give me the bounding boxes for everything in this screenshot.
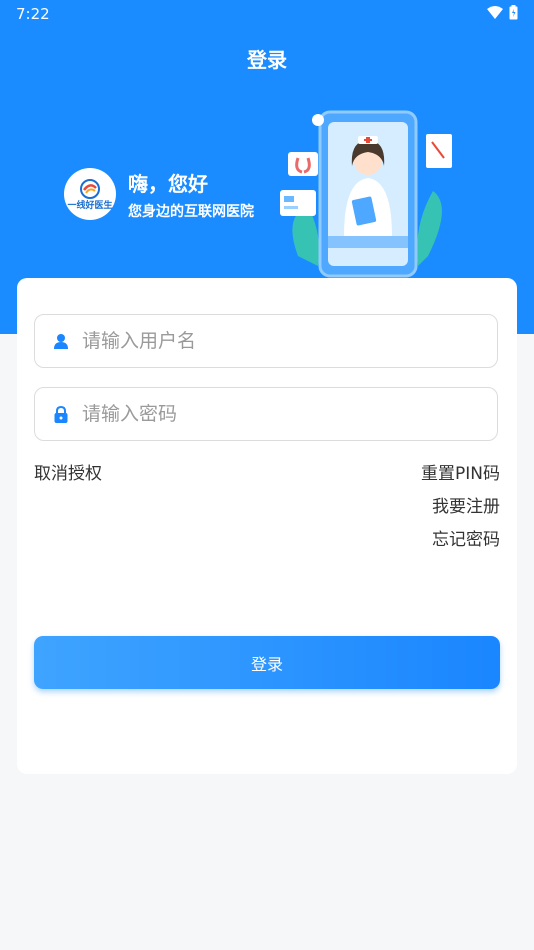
tagline-text: 您身边的互联网医院 xyxy=(128,204,254,220)
battery-icon xyxy=(509,5,518,20)
register-link[interactable]: 我要注册 xyxy=(432,492,500,517)
logo-icon xyxy=(80,178,100,199)
hospital-logo: 一线好医生 xyxy=(64,168,116,220)
logo-text: 一线好医生 xyxy=(67,200,113,211)
status-icons xyxy=(487,5,518,20)
user-icon xyxy=(52,332,70,350)
login-button[interactable]: 登录 xyxy=(34,636,500,689)
wifi-icon xyxy=(487,6,503,19)
login-card: 取消授权 重置PIN码 我要注册 忘记密码 登录 xyxy=(17,278,517,774)
greeting-text: 嗨，您好 xyxy=(128,172,208,196)
reset-pin-link[interactable]: 重置PIN码 xyxy=(421,459,500,484)
status-time: 7:22 xyxy=(16,5,50,23)
doctor-phone-illustration xyxy=(280,110,452,278)
status-bar: 7:22 xyxy=(0,0,534,28)
lock-icon xyxy=(52,405,70,423)
username-input[interactable] xyxy=(80,329,464,353)
page-title: 登录 xyxy=(247,48,287,72)
username-field[interactable] xyxy=(34,314,498,368)
password-field[interactable] xyxy=(34,387,498,441)
cancel-auth-link[interactable]: 取消授权 xyxy=(34,459,102,484)
forgot-password-link[interactable]: 忘记密码 xyxy=(432,525,500,550)
password-input[interactable] xyxy=(80,402,464,426)
